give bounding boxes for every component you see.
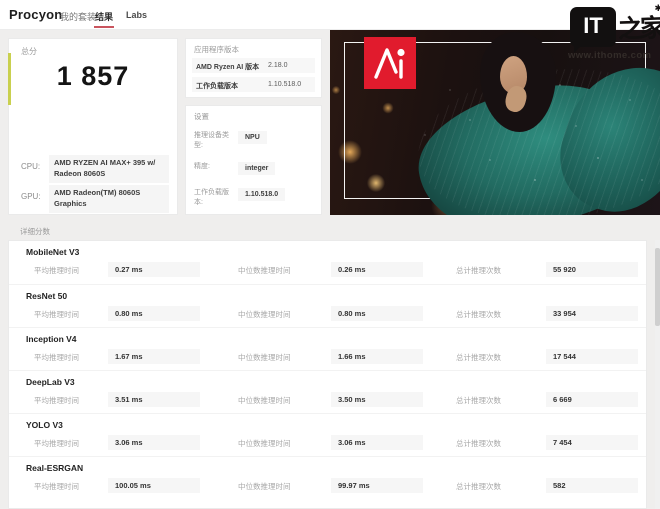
ithome-logo-icon: IT: [570, 7, 616, 47]
model-name: Real-ESRGAN: [26, 463, 83, 473]
total-inference-count-label: 总计推理次数: [456, 265, 501, 276]
ithome-url: www.ithome.com: [568, 50, 651, 61]
median-inference-time-label: 中位数推理时间: [238, 309, 291, 320]
benchmark-row: Real-ESRGAN 平均推理时间 100.05 ms 中位数推理时间 99.…: [9, 456, 646, 499]
avg-inference-time-value: 3.06 ms: [108, 435, 200, 450]
tab-results[interactable]: 结果: [95, 10, 113, 23]
model-name: ResNet 50: [26, 291, 67, 301]
total-inference-count-value: 33 954: [546, 306, 638, 321]
benchmark-row: DeepLab V3 平均推理时间 3.51 ms 中位数推理时间 3.50 m…: [9, 370, 646, 413]
median-inference-time-value: 0.26 ms: [331, 262, 423, 277]
avg-inference-time-label: 平均推理时间: [34, 265, 79, 276]
precision-value: integer: [238, 162, 275, 175]
app-version-row-value: 1.10.518.0: [268, 81, 301, 88]
app-version-title: 应用程序版本: [194, 44, 239, 55]
benchmark-row: Inception V4 平均推理时间 1.67 ms 中位数推理时间 1.66…: [9, 327, 646, 370]
total-inference-count-value: 582: [546, 478, 638, 493]
avg-inference-time-label: 平均推理时间: [34, 438, 79, 449]
model-name: Inception V4: [26, 334, 77, 344]
inference-device-value: NPU: [238, 131, 267, 144]
model-name: YOLO V3: [26, 420, 63, 430]
avg-inference-time-value: 0.80 ms: [108, 306, 200, 321]
gear-icon: ✱: [654, 3, 660, 14]
total-inference-count-value: 7 454: [546, 435, 638, 450]
ithome-watermark: IT 之家 ✱ www.ithome.com: [568, 3, 660, 65]
cpu-value: AMD RYZEN AI MAX+ 395 w/ Radeon 8060S: [49, 155, 169, 183]
workload-version-label: 工作负载版本:: [194, 188, 234, 208]
app-version-row-label: 工作负载版本: [196, 81, 238, 91]
total-inference-count-value: 17 544: [546, 349, 638, 364]
median-inference-time-label: 中位数推理时间: [238, 438, 291, 449]
top-bar: Procyon 我的套装 结果 Labs: [0, 0, 660, 30]
avg-inference-time-label: 平均推理时间: [34, 395, 79, 406]
total-inference-count-value: 6 669: [546, 392, 638, 407]
settings-card: 设置 推理设备类型: NPU 精度: integer 工作负载版本: 1.10.…: [185, 105, 322, 215]
total-inference-count-label: 总计推理次数: [456, 309, 501, 320]
avg-inference-time-value: 100.05 ms: [108, 478, 200, 493]
scrollbar[interactable]: [655, 240, 660, 509]
detailed-scores-title: 详细分数: [20, 226, 50, 237]
cpu-label: CPU:: [21, 162, 40, 171]
scrollbar-thumb[interactable]: [655, 248, 660, 326]
tab-my-suites[interactable]: 我的套装: [60, 10, 96, 23]
total-inference-count-label: 总计推理次数: [456, 481, 501, 492]
benchmark-row: MobileNet V3 平均推理时间 0.27 ms 中位数推理时间 0.26…: [9, 241, 646, 284]
overall-score-card: 总分 1 857 CPU: AMD RYZEN AI MAX+ 395 w/ R…: [8, 38, 178, 215]
total-inference-count-value: 55 920: [546, 262, 638, 277]
median-inference-time-value: 0.80 ms: [331, 306, 423, 321]
avg-inference-time-label: 平均推理时间: [34, 309, 79, 320]
median-inference-time-value: 1.66 ms: [331, 349, 423, 364]
median-inference-time-value: 3.06 ms: [331, 435, 423, 450]
overall-score-value: 1 857: [9, 61, 177, 92]
median-inference-time-label: 中位数推理时间: [238, 481, 291, 492]
app-version-row-value: 2.18.0: [268, 62, 287, 69]
median-inference-time-label: 中位数推理时间: [238, 395, 291, 406]
median-inference-time-label: 中位数推理时间: [238, 352, 291, 363]
tab-labs[interactable]: Labs: [126, 10, 147, 20]
settings-title: 设置: [194, 111, 209, 122]
app-version-row-label: AMD Ryzen AI 版本: [196, 62, 259, 72]
total-inference-count-label: 总计推理次数: [456, 352, 501, 363]
procyon-ai-logo-badge: [364, 37, 416, 89]
inference-device-label: 推理设备类型:: [194, 131, 234, 151]
median-inference-time-value: 99.97 ms: [331, 478, 423, 493]
avg-inference-time-label: 平均推理时间: [34, 481, 79, 492]
workload-version-value: 1.10.518.0: [238, 188, 285, 201]
app-version-card: 应用程序版本 AMD Ryzen AI 版本 2.18.0 工作负载版本 1.1…: [185, 38, 322, 98]
median-inference-time-label: 中位数推理时间: [238, 265, 291, 276]
avg-inference-time-value: 3.51 ms: [108, 392, 200, 407]
model-name: DeepLab V3: [26, 377, 75, 387]
ai-logo-icon: [364, 37, 416, 89]
gpu-value: AMD Radeon(TM) 8060S Graphics: [49, 185, 169, 213]
avg-inference-time-value: 1.67 ms: [108, 349, 200, 364]
avg-inference-time-label: 平均推理时间: [34, 352, 79, 363]
median-inference-time-value: 3.50 ms: [331, 392, 423, 407]
precision-label: 精度:: [194, 162, 234, 172]
app-version-row: 工作负载版本 1.10.518.0: [192, 77, 315, 92]
procyon-logo: Procyon: [9, 7, 62, 22]
total-inference-count-label: 总计推理次数: [456, 438, 501, 449]
detailed-scores-card: MobileNet V3 平均推理时间 0.27 ms 中位数推理时间 0.26…: [8, 240, 647, 509]
benchmark-row: YOLO V3 平均推理时间 3.06 ms 中位数推理时间 3.06 ms 总…: [9, 413, 646, 456]
app-version-row: AMD Ryzen AI 版本 2.18.0: [192, 58, 315, 73]
avg-inference-time-value: 0.27 ms: [108, 262, 200, 277]
total-inference-count-label: 总计推理次数: [456, 395, 501, 406]
overall-score-label: 总分: [21, 46, 37, 57]
model-name: MobileNet V3: [26, 247, 79, 257]
gpu-label: GPU:: [21, 192, 41, 201]
benchmark-row: ResNet 50 平均推理时间 0.80 ms 中位数推理时间 0.80 ms…: [9, 284, 646, 327]
